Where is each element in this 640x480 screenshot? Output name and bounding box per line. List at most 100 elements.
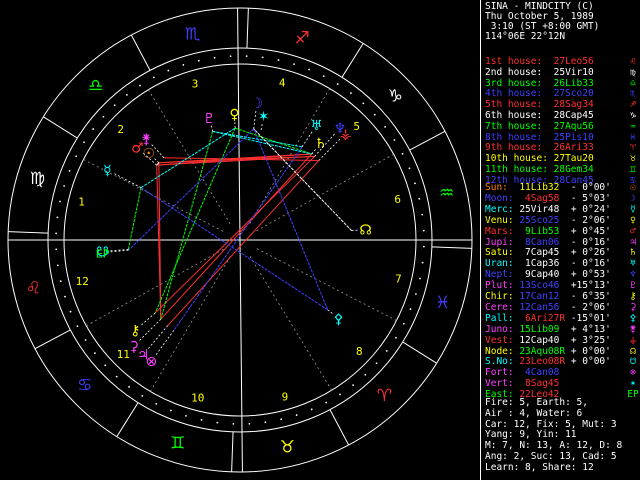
- degree-dot: [229, 55, 232, 58]
- degree-dot: [336, 83, 339, 85]
- planet-icon: ♀: [630, 214, 636, 226]
- aspect-line: [173, 146, 303, 331]
- planet-row: Chir: 17Can12 - 6°35': [485, 292, 611, 302]
- planet-icon: ☉: [630, 182, 636, 193]
- planet-motion: -15°01': [570, 312, 611, 324]
- chart-wheel: ♈♉♊♋♌♍♎♏ ♐♑♒♓ 123 456789101112 ☉☽☿♀♂♃♄♅ ♆♇⚷…: [7, 7, 473, 473]
- degree-dot: [393, 139, 396, 141]
- degree-dot: [352, 384, 355, 387]
- house-value: 27Leo56: [542, 56, 594, 67]
- planet-icon: EP: [627, 389, 639, 401]
- degree-dot: [414, 182, 416, 185]
- zodiac-sign-icon: ♓: [435, 293, 450, 313]
- house-row: 4th house: 27Sco20: [485, 89, 594, 99]
- planet-motion: + 0°53': [570, 269, 611, 281]
- house-number: 8: [356, 345, 363, 358]
- house-row: 7th house: 27Aqu56: [485, 120, 594, 132]
- planet-name: Vest:: [485, 334, 520, 346]
- degree-dot: [56, 264, 59, 267]
- house-label: 3rd house:: [485, 77, 543, 89]
- planet-row: Pall: 6Ari27R -15°01': [485, 312, 611, 324]
- planet-name: Merc:: [485, 203, 520, 215]
- planet-icon: ⚳: [129, 339, 139, 355]
- sign-divider: [130, 34, 151, 71]
- planet-icon: ♇: [203, 111, 216, 127]
- aspect-line: [154, 127, 236, 314]
- planet-motion: - 0°00': [570, 182, 611, 193]
- degree-dot: [182, 64, 185, 66]
- aspect-line: [167, 160, 320, 326]
- house-lines: [8, 8, 472, 472]
- house-number: 5: [353, 120, 360, 133]
- degree-dot: [125, 93, 128, 96]
- house-label: 5th house:: [485, 99, 543, 111]
- planet-name: Moon:: [485, 192, 520, 204]
- aspect-lines: [127, 127, 352, 331]
- degree-dot: [83, 141, 85, 144]
- house-label: 2nd house:: [485, 66, 543, 78]
- degree-dot: [115, 375, 118, 378]
- house-number: 3: [192, 77, 199, 90]
- planet-name: Satu:: [485, 247, 520, 259]
- planet-position: 12Cap40: [519, 334, 571, 346]
- planet-position: 8Sag45: [519, 378, 571, 390]
- sign-divider: [431, 246, 472, 249]
- degree-dot: [102, 115, 105, 118]
- house-number: 12: [76, 275, 89, 288]
- degree-dot: [68, 169, 71, 172]
- house-value: 25Vir10: [542, 66, 594, 78]
- degree-dot: [409, 308, 412, 311]
- degree-dot: [84, 339, 87, 341]
- house-sign-icon: ♐: [630, 99, 636, 111]
- degree-dot: [421, 213, 424, 216]
- planet-pointer: [253, 109, 257, 129]
- planet-pointer: [351, 229, 359, 232]
- planet-motion: + 0°00': [570, 356, 611, 368]
- house-value: 27Aqu56: [542, 120, 594, 132]
- planet-icon: ♅: [630, 258, 636, 270]
- planet-icon: ⚶: [628, 334, 638, 346]
- planet-icon: ⚵: [141, 132, 151, 148]
- planet-row: Vert: 8Sag45: [485, 379, 571, 389]
- degree-dot: [167, 69, 170, 72]
- planet-motion: + 0°26': [570, 247, 611, 259]
- degree-dot: [55, 248, 58, 251]
- planet-motion: - 2°06': [570, 301, 611, 313]
- planet-row: Plut: 13Sco46 +15°13': [485, 281, 611, 291]
- degree-dot: [128, 385, 130, 388]
- zodiac-sign-icon: ♈: [377, 386, 392, 406]
- planet-icon: ⚶: [340, 126, 352, 142]
- degree-dot: [277, 59, 280, 61]
- degree-dot: [169, 409, 172, 412]
- house-label: 11th house:: [485, 164, 548, 175]
- planet-name: Mars:: [485, 225, 520, 237]
- degree-dot: [59, 200, 61, 203]
- planet-row: Merc: 25Vir48 + 0°24': [485, 203, 611, 215]
- planet-motion: - 6°35': [570, 291, 611, 302]
- degree-dot: [362, 102, 365, 105]
- sign-divider: [231, 431, 234, 472]
- sign-divider: [116, 402, 139, 437]
- planet-row: Vest: 12Cap40 + 3°25': [485, 334, 611, 346]
- degree-dot: [139, 84, 141, 87]
- degree-dot: [395, 336, 397, 339]
- planet-row: Sun: 11Lib32 - 0°00': [485, 183, 611, 193]
- degree-dot: [63, 185, 66, 187]
- planet-row: Juno: 15Lib09 + 4°13': [485, 324, 611, 335]
- house-number: 9: [282, 391, 289, 404]
- planet-glyphs: ☉☽☿♀♂♃♄♅ ♆♇⚷⚳⚴⚵ ⚶☊☋⊗✶EP: [96, 96, 372, 370]
- zodiac-sign-icon: ♐: [295, 28, 310, 48]
- house-cusp-line: [149, 255, 232, 392]
- sign-divider: [341, 43, 364, 78]
- planet-motion: + 0°24': [570, 203, 611, 215]
- planet-name: Chir:: [485, 291, 520, 302]
- degree-dot: [200, 419, 203, 421]
- degree-dot: [350, 92, 352, 95]
- planet-position: 23Aqu08R: [519, 345, 571, 357]
- planet-name: Vert:: [485, 378, 520, 390]
- house-sign-icon: ♍: [630, 66, 636, 78]
- planet-row: Node: 23Aqu08R + 0°00': [485, 345, 611, 357]
- planet-name: Node:: [485, 345, 520, 357]
- summary-line: Fire: 5, Earth: 5,: [485, 397, 588, 408]
- planet-icon: ⚵: [629, 323, 637, 335]
